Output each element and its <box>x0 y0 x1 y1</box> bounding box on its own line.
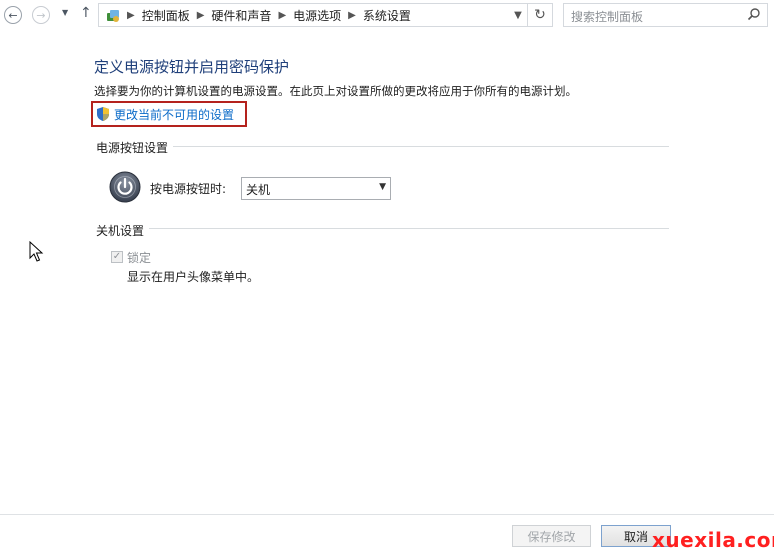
breadcrumb-control-panel[interactable]: 控制面板 <box>142 7 190 24</box>
address-bar[interactable]: ▶ 控制面板 ▶ 硬件和声音 ▶ 电源选项 ▶ 系统设置 ▼ ↻ <box>98 3 553 27</box>
chevron-down-icon: ▼ <box>514 9 522 21</box>
refresh-icon: ↻ <box>534 7 546 23</box>
refresh-button[interactable]: ↻ <box>527 4 552 26</box>
breadcrumb: ▶ 控制面板 ▶ 硬件和声音 ▶ 电源选项 ▶ 系统设置 <box>127 4 411 26</box>
checkmark-icon: ✓ <box>112 251 122 262</box>
back-arrow-icon: ← <box>8 8 18 22</box>
breadcrumb-power-options[interactable]: 电源选项 <box>293 7 341 24</box>
chevron-right-icon[interactable]: ▶ <box>197 10 205 21</box>
power-button-label: 按电源按钮时: <box>150 182 227 196</box>
up-level-button[interactable]: ↑ <box>80 5 92 21</box>
search-icon[interactable] <box>747 7 761 21</box>
power-button-icon <box>109 171 141 203</box>
mouse-cursor-icon <box>29 241 44 262</box>
lock-checkbox-label: 锁定 <box>127 251 152 265</box>
back-button[interactable]: ← <box>4 6 22 24</box>
forward-arrow-icon: → <box>36 8 46 22</box>
chevron-right-icon[interactable]: ▶ <box>278 10 286 21</box>
breadcrumb-system-settings[interactable]: 系统设置 <box>363 7 411 24</box>
change-link-label: 更改当前不可用的设置 <box>114 107 235 122</box>
power-button-section-heading: 电源按钮设置 <box>96 141 169 155</box>
search-placeholder: 搜索控制面板 <box>571 10 644 24</box>
breadcrumb-hardware-sound[interactable]: 硬件和声音 <box>211 7 271 24</box>
chevron-right-icon[interactable]: ▶ <box>348 10 356 21</box>
page-description: 选择要为你的计算机设置的电源设置。在此页上对设置所做的更改将应用于你所有的电源计… <box>94 84 577 98</box>
section-divider <box>173 146 669 147</box>
change-unavailable-settings-link[interactable]: 更改当前不可用的设置 <box>91 101 247 127</box>
shutdown-section-heading: 关机设置 <box>96 224 145 238</box>
footer-divider <box>0 514 774 515</box>
forward-button[interactable]: → <box>32 6 50 24</box>
address-dropdown-button[interactable]: ▼ <box>507 4 529 26</box>
recent-locations-dropdown[interactable]: ▼ <box>62 8 68 17</box>
watermark: xuexila.com <box>652 528 774 552</box>
section-divider <box>149 228 669 229</box>
lock-checkbox[interactable]: ✓ <box>111 251 123 263</box>
search-input[interactable]: 搜索控制面板 <box>563 3 768 27</box>
save-changes-button[interactable]: 保存修改 <box>512 525 591 547</box>
power-button-action-select[interactable]: 关机 ▼ <box>241 177 391 200</box>
chevron-down-icon: ▼ <box>379 182 386 192</box>
control-panel-icon <box>107 10 119 22</box>
power-button-action-value: 关机 <box>246 183 271 197</box>
lock-description: 显示在用户头像菜单中。 <box>127 270 260 284</box>
page-title: 定义电源按钮并启用密码保护 <box>94 58 290 76</box>
chevron-right-icon[interactable]: ▶ <box>127 10 135 21</box>
uac-shield-icon <box>97 107 109 121</box>
